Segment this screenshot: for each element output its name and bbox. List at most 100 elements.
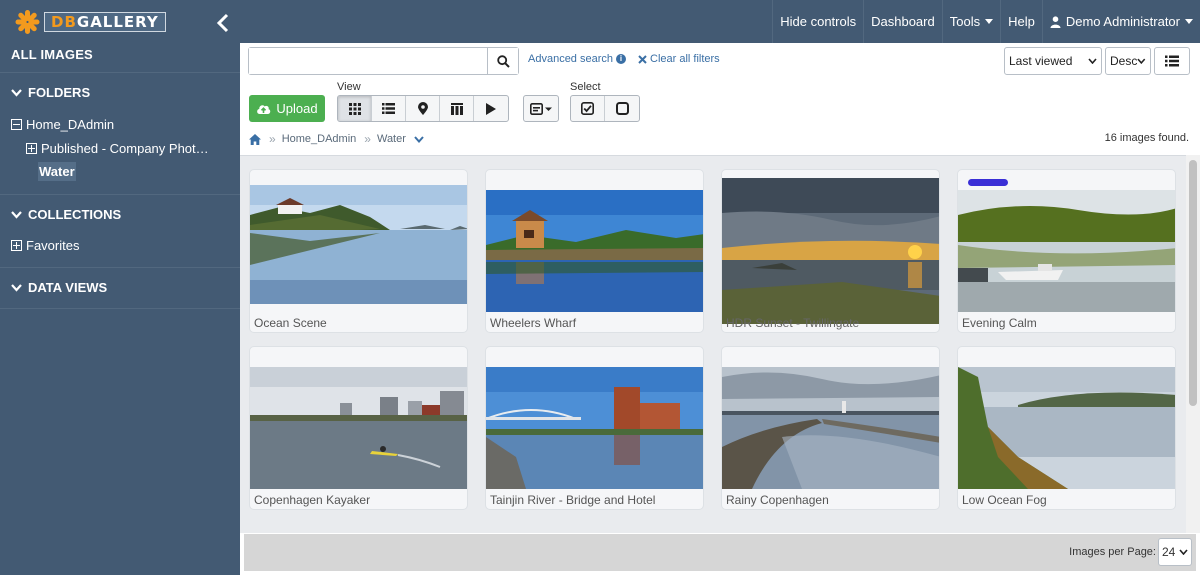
list-options-button[interactable]: [1154, 47, 1190, 75]
clear-filters-label: Clear all filters: [650, 53, 720, 65]
close-icon: [638, 54, 647, 64]
image-card[interactable]: HDR Sunset - Twillingate: [721, 169, 940, 333]
advanced-search-label: Advanced search: [528, 53, 613, 65]
select-label: Select: [570, 81, 601, 93]
divider: [0, 267, 240, 268]
search-box: [248, 47, 519, 75]
images-per-page-label: Images per Page:: [1069, 546, 1156, 558]
select-group: [570, 95, 640, 122]
view-mode-group: [337, 95, 509, 122]
images-per-page-select[interactable]: 24: [1158, 538, 1192, 566]
list-view-button[interactable]: [372, 96, 406, 121]
list-icon: [382, 103, 395, 114]
clear-filters-link[interactable]: Clear all filters: [638, 53, 720, 65]
chevron-down-icon[interactable]: [414, 135, 424, 143]
user-menu[interactable]: Demo Administrator: [1041, 0, 1200, 43]
image-thumbnail: [722, 367, 939, 489]
dashboard-link[interactable]: Dashboard: [863, 0, 942, 43]
breadcrumb-root[interactable]: Home_DAdmin: [282, 133, 357, 145]
image-card[interactable]: Ocean Scene: [249, 169, 468, 333]
image-thumbnail: [486, 367, 703, 489]
chevron-down-icon: [1088, 58, 1097, 64]
caret-down-icon: [1185, 19, 1193, 24]
help-link[interactable]: Help: [1000, 0, 1042, 43]
list-icon: [1165, 55, 1179, 67]
image-thumbnail: [250, 367, 467, 489]
collections-section-header[interactable]: COLLECTIONS: [11, 207, 121, 222]
sort-field-select[interactable]: Last viewed: [1004, 47, 1102, 75]
images-per-page-value: 24: [1162, 545, 1176, 559]
chevron-left-icon: [216, 13, 229, 33]
view-label: View: [337, 81, 361, 93]
pagination-bar: Images per Page: 24: [244, 534, 1196, 571]
image-caption: HDR Sunset - Twillingate: [726, 316, 860, 330]
upload-button[interactable]: Upload: [249, 95, 325, 122]
scrollbar-thumb[interactable]: [1189, 160, 1197, 406]
cloud-upload-icon: [257, 105, 271, 114]
top-bar: Hide controls Dashboard Tools Help Demo …: [240, 0, 1200, 43]
search-button[interactable]: [487, 48, 518, 74]
image-caption: Ocean Scene: [254, 316, 327, 330]
expand-tree-icon[interactable]: [11, 240, 22, 251]
hide-controls-label: Hide controls: [780, 14, 857, 29]
result-count: 16 images found.: [1104, 132, 1189, 144]
data-views-label: DATA VIEWS: [28, 280, 108, 295]
folder-published[interactable]: Published - Company Phot…: [26, 141, 209, 156]
collapse-tree-icon[interactable]: [11, 119, 22, 130]
sidebar: DBGALLERY ALL IMAGES FOLDERS Home_DAdmin…: [0, 0, 240, 575]
image-caption: Rainy Copenhagen: [726, 493, 829, 507]
image-card[interactable]: Tainjin River - Bridge and Hotel: [485, 346, 704, 510]
image-caption: Copenhagen Kayaker: [254, 493, 371, 507]
image-caption: Wheelers Wharf: [490, 316, 577, 330]
map-marker-icon: [417, 102, 428, 115]
columns-icon: [450, 102, 463, 115]
column-view-button[interactable]: [440, 96, 474, 121]
grid-icon: [348, 102, 361, 115]
select-all-button[interactable]: [571, 96, 605, 121]
grid-scrollbar[interactable]: [1186, 155, 1200, 533]
grid-view-button[interactable]: [338, 96, 372, 121]
logo-text: DBGALLERY: [44, 12, 166, 32]
breadcrumb: » Home_DAdmin » Water: [249, 132, 424, 146]
data-views-section-header[interactable]: DATA VIEWS: [11, 280, 107, 295]
tools-menu[interactable]: Tools: [941, 0, 1000, 43]
sort-order-select[interactable]: Desc: [1105, 47, 1151, 75]
expand-tree-icon[interactable]: [26, 143, 37, 154]
folder-home-dadmin[interactable]: Home_DAdmin: [11, 117, 114, 132]
breadcrumb-separator-icon: »: [269, 132, 276, 146]
checkbox-checked-icon: [581, 102, 594, 115]
sort-field-value: Last viewed: [1009, 54, 1073, 68]
image-card[interactable]: Evening Calm: [957, 169, 1176, 333]
image-card[interactable]: Copenhagen Kayaker: [249, 346, 468, 510]
sort-order-value: Desc: [1110, 54, 1138, 68]
image-card[interactable]: Low Ocean Fog: [957, 346, 1176, 510]
chevron-down-icon: [1137, 58, 1146, 64]
collection-favorites[interactable]: Favorites: [11, 238, 79, 253]
chevron-down-icon: [11, 284, 22, 292]
divider: [0, 72, 240, 73]
display-options-button[interactable]: [524, 96, 558, 121]
folders-section-header[interactable]: FOLDERS: [11, 85, 90, 100]
dashboard-label: Dashboard: [871, 14, 935, 29]
folders-label: FOLDERS: [28, 85, 91, 100]
map-view-button[interactable]: [406, 96, 440, 121]
select-none-button[interactable]: [605, 96, 639, 121]
slideshow-button[interactable]: [474, 96, 508, 121]
play-icon: [486, 102, 496, 115]
search-input[interactable]: [249, 48, 487, 74]
caret-down-icon: [985, 19, 994, 24]
image-caption: Evening Calm: [962, 316, 1037, 330]
user-name: Demo Administrator: [1065, 14, 1180, 29]
all-images-link[interactable]: ALL IMAGES: [11, 47, 93, 62]
display-options-group: [523, 95, 559, 122]
advanced-search-link[interactable]: Advanced search i: [528, 53, 626, 65]
app-logo[interactable]: DBGALLERY: [14, 8, 166, 36]
image-card[interactable]: Wheelers Wharf: [485, 169, 704, 333]
hide-controls-button[interactable]: Hide controls: [772, 0, 863, 43]
folder-water[interactable]: Water: [38, 162, 76, 181]
breadcrumb-current[interactable]: Water: [377, 133, 406, 145]
image-card[interactable]: Rainy Copenhagen: [721, 346, 940, 510]
home-icon[interactable]: [249, 133, 261, 145]
top-nav: Hide controls Dashboard Tools Help Demo …: [772, 0, 1200, 43]
collapse-sidebar-button[interactable]: [212, 10, 234, 36]
